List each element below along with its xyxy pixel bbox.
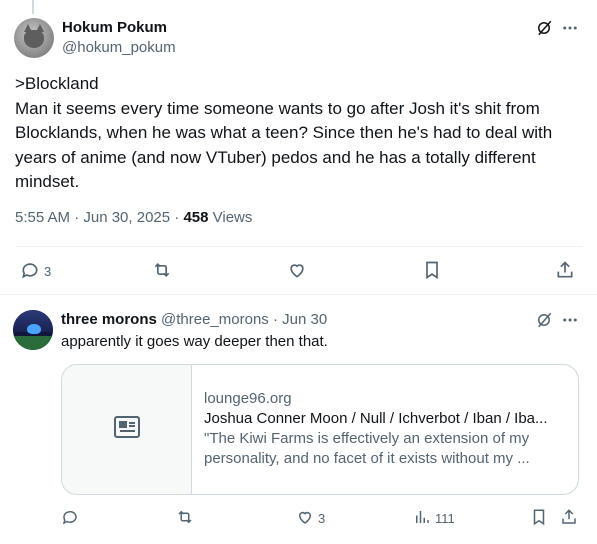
card-description-line: personality, and no facet of it exists w… bbox=[204, 450, 530, 467]
retweet-button[interactable] bbox=[152, 260, 172, 283]
like-button[interactable]: 3 bbox=[296, 508, 325, 529]
retweet-button[interactable] bbox=[176, 508, 194, 529]
bookmark-icon bbox=[530, 508, 548, 529]
share-button[interactable] bbox=[560, 508, 578, 529]
tweet-text-line: years of anime (and now VTuber) pedos an… bbox=[15, 147, 536, 167]
views-button[interactable]: 111 bbox=[413, 508, 455, 529]
reply-icon bbox=[61, 508, 79, 529]
divider bbox=[0, 294, 597, 295]
retweet-icon bbox=[176, 508, 194, 529]
bookmark-button[interactable] bbox=[530, 508, 548, 529]
tweet-timestamp[interactable]: 5:55 AM · Jun 30, 2025 · bbox=[15, 209, 183, 226]
share-icon bbox=[560, 508, 578, 529]
bookmark-button[interactable] bbox=[422, 260, 442, 283]
views-count: 458 bbox=[183, 209, 209, 226]
reply-header: three morons @three_morons · Jun 30 bbox=[61, 311, 327, 328]
card-body: lounge96.org Joshua Conner Moon / Null /… bbox=[204, 389, 564, 469]
reply-author-name[interactable]: three morons bbox=[61, 311, 157, 328]
reply-author-avatar[interactable] bbox=[13, 310, 53, 350]
reply-button[interactable] bbox=[61, 508, 79, 529]
card-description: "The Kiwi Farms is effectively an extens… bbox=[204, 429, 564, 469]
bookmark-icon bbox=[422, 260, 442, 283]
like-icon bbox=[287, 260, 307, 283]
views-count: 111 bbox=[435, 511, 455, 526]
author-avatar[interactable] bbox=[14, 18, 54, 58]
like-icon bbox=[296, 508, 314, 529]
tweet-text-line: Man it seems every time someone wants to… bbox=[15, 98, 540, 118]
views-icon bbox=[413, 508, 431, 529]
reply-text: apparently it goes way deeper then that. bbox=[61, 333, 328, 350]
tweet-text-line: mindset. bbox=[15, 172, 80, 191]
tweet-text: >Blockland Man it seems every time someo… bbox=[15, 72, 580, 195]
card-title: Joshua Conner Moon / Null / Ichverbot / … bbox=[204, 410, 548, 427]
author-handle[interactable]: @hokum_pokum bbox=[62, 39, 176, 56]
reply-author-handle[interactable]: @three_morons bbox=[161, 311, 269, 328]
reply-icon bbox=[20, 260, 40, 283]
like-button[interactable] bbox=[287, 260, 307, 283]
like-count: 3 bbox=[318, 511, 326, 526]
grok-icon[interactable] bbox=[535, 19, 553, 37]
more-icon[interactable] bbox=[561, 311, 579, 329]
share-icon bbox=[555, 260, 575, 283]
divider bbox=[15, 246, 582, 247]
card-description-line: "The Kiwi Farms is effectively an extens… bbox=[204, 430, 530, 447]
reply-count: 3 bbox=[44, 264, 52, 279]
retweet-icon bbox=[152, 260, 172, 283]
avatar-detail bbox=[24, 30, 44, 48]
tweet-text-line: Blocklands, when he was what a teen? Sin… bbox=[15, 123, 553, 142]
share-button[interactable] bbox=[555, 260, 575, 283]
author-name[interactable]: Hokum Pokum bbox=[62, 19, 167, 36]
article-icon bbox=[113, 415, 141, 444]
card-domain: lounge96.org bbox=[204, 390, 292, 407]
reply-date[interactable]: Jun 30 bbox=[282, 311, 327, 328]
thread-connector-line bbox=[32, 0, 34, 14]
grok-icon[interactable] bbox=[535, 311, 553, 329]
avatar-detail bbox=[27, 324, 41, 334]
link-card[interactable]: lounge96.org Joshua Conner Moon / Null /… bbox=[61, 364, 579, 495]
views-label: Views bbox=[208, 209, 253, 226]
more-icon[interactable] bbox=[561, 19, 579, 37]
card-thumbnail bbox=[62, 365, 192, 494]
reply-button[interactable]: 3 bbox=[20, 260, 51, 283]
separator: · bbox=[272, 311, 278, 328]
tweet-text-line: >Blockland bbox=[15, 74, 99, 93]
tweet-meta: 5:55 AM · Jun 30, 2025 · 458 Views bbox=[15, 209, 252, 226]
avatar-detail bbox=[13, 336, 53, 350]
